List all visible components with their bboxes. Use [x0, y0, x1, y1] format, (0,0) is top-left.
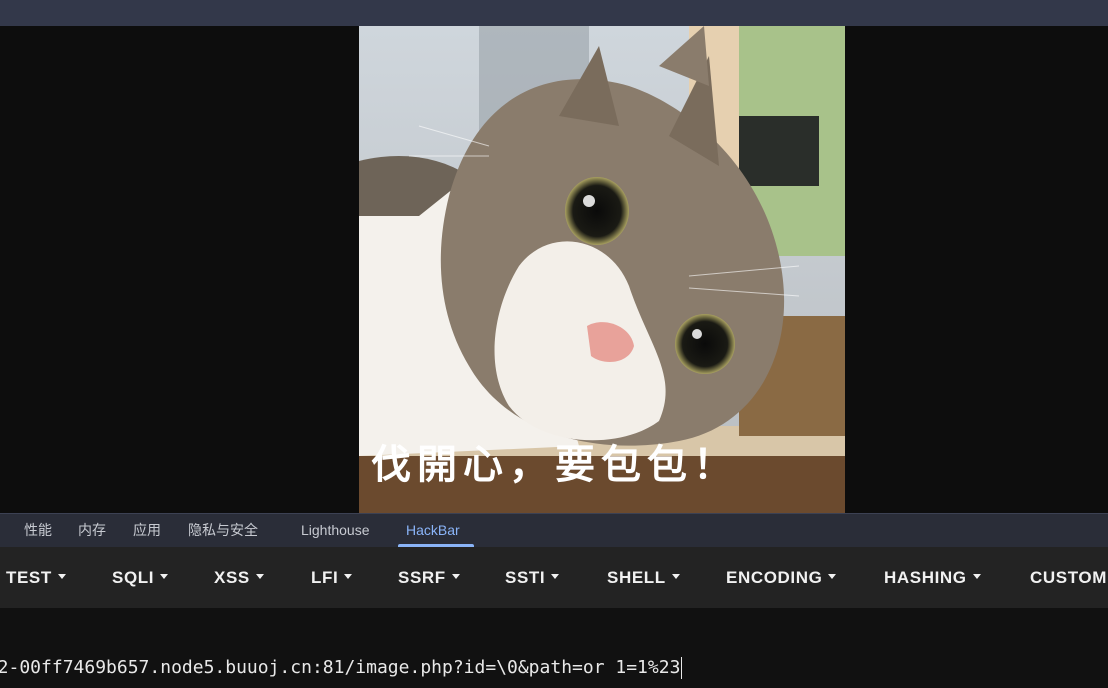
caret-down-icon [451, 574, 460, 580]
tab-hackbar[interactable]: HackBar [398, 514, 474, 547]
menu-custom[interactable]: CUSTOM [1030, 547, 1108, 608]
menu-ssti-label: SSTI [505, 568, 546, 587]
menu-test-label: TEST [6, 568, 52, 587]
cat-photo-illustration: 伐開心，要包包！ [359, 26, 845, 513]
menu-lfi[interactable]: LFI [311, 547, 353, 608]
menu-test[interactable]: TEST [6, 547, 66, 608]
menu-shell-label: SHELL [607, 568, 666, 587]
url-editor[interactable]: 262-00ff7469b657.node5.buuoj.cn:81/image… [0, 608, 1108, 688]
menu-sqli[interactable]: SQLI [112, 547, 169, 608]
tab-memory[interactable]: 内存 [78, 514, 106, 547]
url-text: 262-00ff7469b657.node5.buuoj.cn:81/image… [0, 657, 681, 678]
menu-ssti[interactable]: SSTI [505, 547, 560, 608]
caret-down-icon [344, 574, 353, 580]
menu-hashing-label: HASHING [884, 568, 967, 587]
menu-sqli-label: SQLI [112, 568, 155, 587]
menu-ssrf[interactable]: SSRF [398, 547, 460, 608]
menu-hashing[interactable]: HASHING [884, 547, 981, 608]
caret-down-icon [671, 574, 680, 580]
caret-down-icon [551, 574, 560, 580]
tab-application[interactable]: 应用 [133, 514, 161, 547]
url-input-line[interactable]: 262-00ff7469b657.node5.buuoj.cn:81/image… [0, 657, 683, 679]
text-cursor [681, 657, 683, 679]
menu-xss-label: XSS [214, 568, 250, 587]
tab-lighthouse[interactable]: Lighthouse [301, 514, 370, 547]
tab-privacy-security[interactable]: 隐私与安全 [188, 514, 258, 547]
menu-custom-label: CUSTOM [1030, 568, 1107, 587]
menu-encoding-label: ENCODING [726, 568, 823, 587]
menu-lfi-label: LFI [311, 568, 339, 587]
hackbar-toolbar: TEST SQLI XSS LFI SSRF SSTI SHELL ENCODI… [0, 547, 1108, 608]
caret-down-icon [828, 574, 837, 580]
devtools-tab-bar: 性能 内存 应用 隐私与安全 Lighthouse HackBar [0, 513, 1108, 547]
caret-down-icon [160, 574, 169, 580]
menu-encoding[interactable]: ENCODING [726, 547, 837, 608]
tab-performance[interactable]: 性能 [24, 514, 52, 547]
page-viewport: 伐開心，要包包！ [0, 26, 1108, 513]
tab-hackbar-label: HackBar [406, 522, 460, 538]
caret-down-icon [57, 574, 66, 580]
menu-shell[interactable]: SHELL [607, 547, 680, 608]
menu-ssrf-label: SSRF [398, 568, 446, 587]
caret-down-icon [972, 574, 981, 580]
cat-photo: 伐開心，要包包！ [359, 26, 845, 513]
browser-top-bar [0, 0, 1108, 26]
menu-xss[interactable]: XSS [214, 547, 264, 608]
caret-down-icon [255, 574, 264, 580]
photo-caption: 伐開心，要包包！ [371, 442, 739, 488]
